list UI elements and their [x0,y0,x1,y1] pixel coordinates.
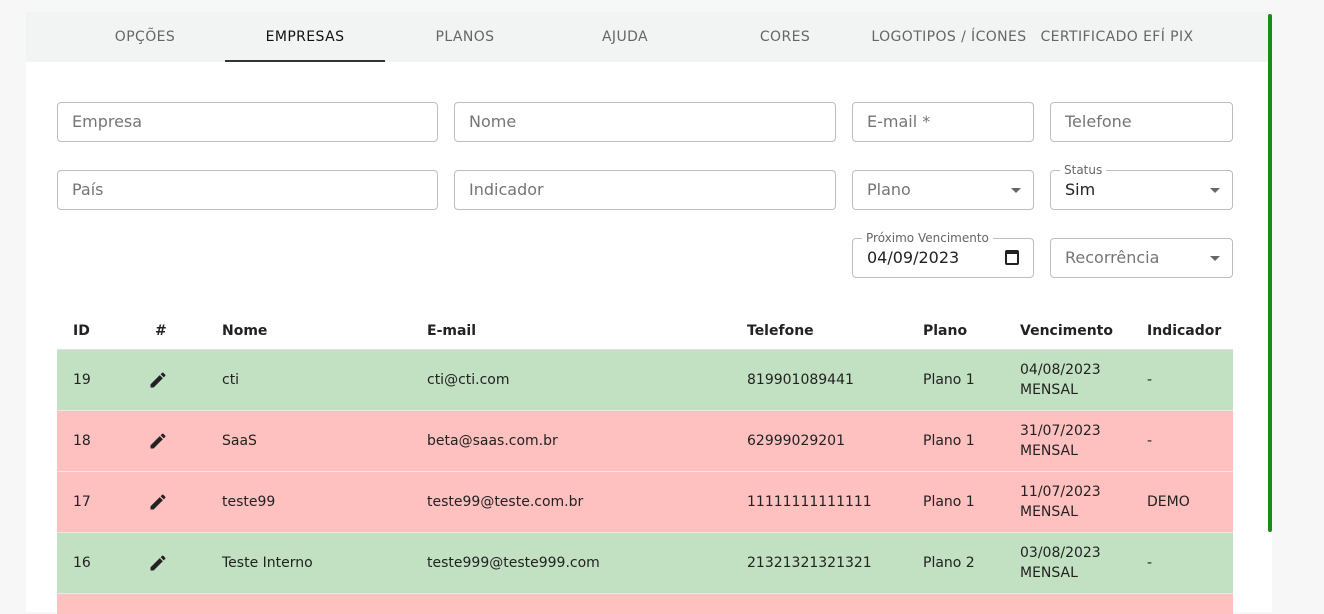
tab-ajuda[interactable]: AJUDA [545,12,705,62]
header-telefone: Telefone [747,323,814,339]
cell-plano: Plano 1 [923,494,975,510]
cell-nome: teste99 [222,494,276,510]
telefone-input[interactable]: Telefone [1050,102,1233,142]
cell-telefone: 11111111111111 [747,494,872,510]
cell-plano: Plano 1 [923,433,975,449]
cell-vencimento: 04/08/2023 MENSAL [1020,360,1101,400]
vencimento-value: 04/09/2023 [867,248,960,267]
cell-email: teste99@teste.com.br [427,494,584,510]
recorrencia-placeholder: Recorrência [1065,248,1160,267]
header-indicador: Indicador [1147,323,1222,339]
empresa-placeholder: Empresa [72,112,143,131]
vencimento-date: 03/08/2023 [1020,545,1101,561]
status-select[interactable]: Status Sim [1050,162,1233,210]
cell-email: beta@saas.com.br [427,433,558,449]
table-row: 18 SaaS beta@saas.com.br 62999029201 Pla… [57,411,1233,472]
cell-id: 19 [73,372,91,388]
pencil-icon[interactable] [148,370,168,390]
nome-input[interactable]: Nome [454,102,836,142]
indicador-placeholder: Indicador [469,180,544,199]
header-email: E-mail [427,323,477,339]
cell-id: 17 [73,494,91,510]
pencil-icon[interactable] [148,492,168,512]
vencimento-date: 31/07/2023 [1020,423,1101,439]
header-vencimento: Vencimento [1020,323,1113,339]
cell-id: 18 [73,433,91,449]
cell-vencimento: 03/08/2023 MENSAL [1020,543,1101,583]
caret-down-icon [1210,188,1220,193]
recorrencia-select[interactable]: Recorrência [1050,238,1233,278]
cell-vencimento: 31/07/2023 MENSAL [1020,421,1101,461]
cell-email: teste999@teste999.com [427,555,600,571]
table-row-partial [57,594,1233,614]
cell-email: cti@cti.com [427,372,510,388]
vencimento-type: MENSAL [1020,443,1078,459]
indicador-input[interactable]: Indicador [454,170,836,210]
tab-opcoes[interactable]: OPÇÕES [65,12,225,62]
pais-placeholder: País [72,180,104,199]
plano-select[interactable]: Plano [852,170,1034,210]
table-row: 19 cti cti@cti.com 819901089441 Plano 1 … [57,350,1233,411]
tab-planos[interactable]: PLANOS [385,12,545,62]
caret-down-icon [1011,188,1021,193]
tab-logotipos[interactable]: LOGOTIPOS / ÍCONES [865,12,1033,62]
pencil-icon[interactable] [148,553,168,573]
tab-certificado[interactable]: CERTIFICADO EFÍ PIX [1033,12,1201,62]
cell-nome: SaaS [222,433,257,449]
cell-plano: Plano 1 [923,372,975,388]
cell-indicador: DEMO [1147,494,1190,510]
empresa-input[interactable]: Empresa [57,102,438,142]
header-edit: # [155,323,167,339]
cell-nome: cti [222,372,240,388]
vencimento-date: 04/08/2023 [1020,362,1101,378]
cell-plano: Plano 2 [923,555,975,571]
cell-indicador: - [1147,555,1153,571]
cell-id: 16 [73,555,91,571]
tab-cores[interactable]: CORES [705,12,865,62]
vencimento-type: MENSAL [1020,504,1078,520]
cell-indicador: - [1147,433,1153,449]
vencimento-date-input[interactable]: Próximo Vencimento 04/09/2023 [852,230,1034,278]
vencimento-type: MENSAL [1020,565,1078,581]
telefone-placeholder: Telefone [1065,112,1132,131]
cell-telefone: 21321321321321 [747,555,872,571]
vencimento-date: 11/07/2023 [1020,484,1101,500]
cell-telefone: 819901089441 [747,372,854,388]
cell-indicador: - [1147,372,1153,388]
table-header: ID # Nome E-mail Telefone Plano Vencimen… [57,312,1233,350]
header-nome: Nome [222,323,268,339]
nome-placeholder: Nome [469,112,517,131]
scrollbar[interactable] [1268,14,1272,532]
settings-panel: OPÇÕES EMPRESAS PLANOS AJUDA CORES LOGOT… [26,12,1272,614]
email-input[interactable]: E-mail * [852,102,1034,142]
table-row: 16 Teste Interno teste999@teste999.com 2… [57,533,1233,594]
cell-nome: Teste Interno [222,555,313,571]
pais-input[interactable]: País [57,170,438,210]
email-placeholder: E-mail * [867,112,931,131]
tab-bar: OPÇÕES EMPRESAS PLANOS AJUDA CORES LOGOT… [26,12,1272,62]
status-value: Sim [1065,180,1096,199]
calendar-icon[interactable] [1005,250,1019,265]
tab-empresas[interactable]: EMPRESAS [225,12,385,62]
header-plano: Plano [923,323,968,339]
header-id: ID [73,323,90,339]
table-row: 17 teste99 teste99@teste.com.br 11111111… [57,472,1233,533]
plano-placeholder: Plano [867,180,911,199]
pencil-icon[interactable] [148,431,168,451]
vencimento-type: MENSAL [1020,382,1078,398]
cell-telefone: 62999029201 [747,433,845,449]
cell-vencimento: 11/07/2023 MENSAL [1020,482,1101,522]
caret-down-icon [1210,256,1220,261]
